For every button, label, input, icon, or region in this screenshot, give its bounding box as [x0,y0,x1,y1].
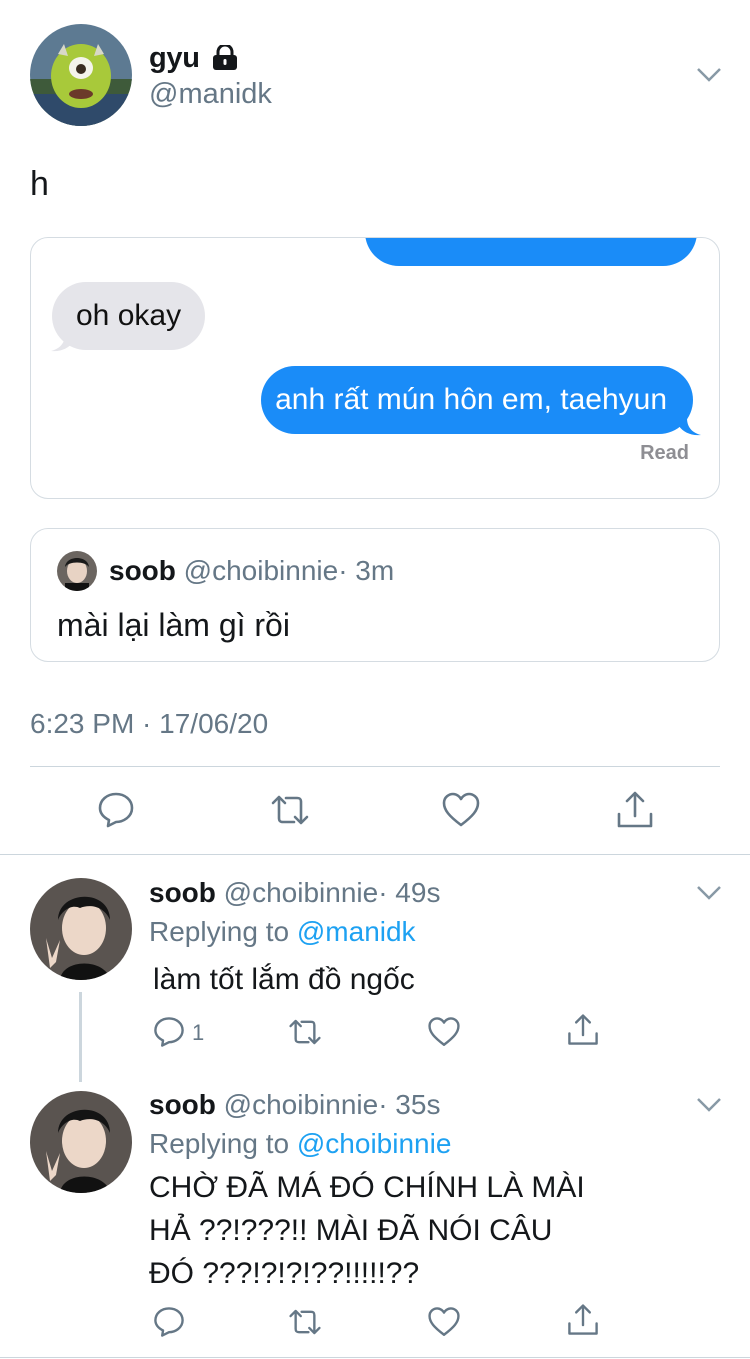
reply-text: làm tốt lắm đồ ngốc [153,963,415,996]
divider [0,1357,750,1358]
quoted-text: mài lại làm gì rồi [57,607,290,643]
tweet-text: h [30,165,49,203]
quoted-age: · 3m [338,555,395,586]
sent-bubble: anh rất mún hôn em, taehyun [261,366,693,434]
reply-text-line: HẢ ??!???!! MÀI ĐÃ NÓI CÂU [149,1214,553,1247]
author-avatar[interactable] [30,24,132,126]
reply-author-name[interactable]: soob [149,877,216,908]
reply-avatar[interactable] [30,878,132,980]
received-bubble: oh okay [52,282,206,350]
divider [30,766,720,767]
divider [0,854,750,855]
reply-text-line: CHỜ ĐÃ MÁ ĐÓ CHÍNH LÀ MÀI [149,1171,585,1204]
read-status: Read [640,442,689,464]
author-handle[interactable]: @manidk [149,78,272,111]
reply-author-handle[interactable]: @choibinnie [224,877,379,908]
quoted-author-name: soob [109,555,176,586]
reply-author-name[interactable]: soob [149,1089,216,1120]
retweet-icon[interactable] [288,1305,322,1339]
chevron-down-icon[interactable] [696,1096,722,1114]
share-icon[interactable] [615,790,655,830]
chevron-down-icon[interactable] [696,884,722,902]
retweet-icon[interactable] [288,1015,322,1049]
share-icon[interactable] [566,1013,600,1047]
replying-to-handle[interactable]: @manidk [297,916,416,947]
author-name[interactable]: gyu [149,42,200,75]
heart-icon[interactable] [427,1305,461,1339]
share-icon[interactable] [566,1303,600,1337]
reply-icon[interactable] [152,1305,186,1339]
lock-icon [212,43,238,71]
quoted-author-handle: @choibinnie [183,555,339,586]
reply-icon[interactable] [96,790,136,830]
quoted-avatar [57,551,97,591]
replying-to-label: Replying to [149,1128,290,1159]
reply-age: · 49s [378,877,441,908]
reply-text: CHỜ ĐÃ MÁ ĐÓ CHÍNH LÀ MÀI HẢ ??!???!! MÀ… [149,1166,585,1295]
tweet-timestamp[interactable]: 6:23 PM · 17/06/20 [30,708,268,740]
reply-avatar[interactable] [30,1091,132,1193]
reply-age: · 35s [378,1089,441,1120]
reply-icon[interactable] [152,1015,186,1049]
replying-to-label: Replying to [149,916,290,947]
partial-sent-bubble: uncomfortable [365,238,697,266]
partial-message-text: uncomfortable [442,238,619,242]
reply-count: 1 [192,1020,205,1045]
chevron-down-icon[interactable] [696,66,722,84]
reply-author-handle[interactable]: @choibinnie [224,1089,379,1120]
thread-line [79,992,82,1082]
heart-icon[interactable] [427,1015,461,1049]
quoted-tweet[interactable]: soob @choibinnie· 3m mài lại làm gì rồi [30,528,720,662]
tweet-image[interactable]: uncomfortable oh okay anh rất mún hôn em… [30,237,720,499]
retweet-icon[interactable] [270,790,310,830]
replying-to-handle[interactable]: @choibinnie [297,1128,452,1159]
heart-icon[interactable] [441,790,481,830]
reply-text-line: ĐÓ ???!?!?!??!!!!!?? [149,1257,420,1290]
